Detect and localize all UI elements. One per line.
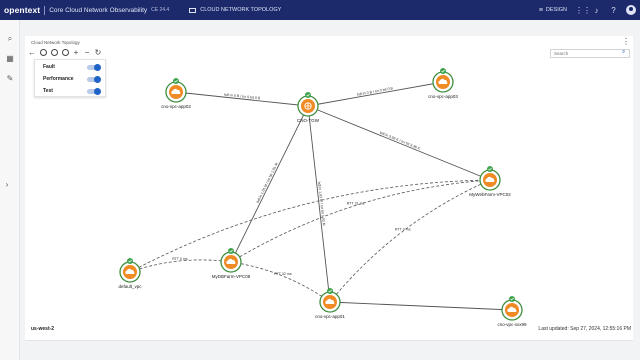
node-label: cno-vpc-app02 — [161, 104, 191, 109]
last-updated: Last updated: Sep 27, 2024, 12:55:16 PM — [538, 326, 631, 332]
status-ok-icon — [228, 248, 234, 254]
node-mywebfarm[interactable]: MyWebFarm-VPC02 — [469, 166, 511, 197]
status-ok-icon — [509, 296, 515, 302]
node-label: MyWebFarm-VPC02 — [469, 192, 511, 197]
status-ok-icon — [173, 78, 179, 84]
edge-dashed-6 — [129, 259, 232, 273]
status-ok-icon — [305, 92, 311, 98]
edges-layer: bdl:in 0 B / txr 0 bit 0 Bbdl:in 0 B / t… — [129, 81, 513, 311]
node-label: CNO-TGW — [297, 118, 320, 123]
status-ok-icon — [327, 288, 333, 294]
node-cno-vpc-app01[interactable]: cno-vpc-app01 — [315, 288, 345, 319]
edge-dashed-8 — [230, 261, 331, 303]
node-mydbfarm[interactable]: MyDBFarm-VPC08 — [212, 248, 251, 279]
topology-graph: bdl:in 0 B / txr 0 bit 0 Bbdl:in 0 B / t… — [118, 68, 527, 327]
edge-label: bdl:in 1.03 M / txr bit 1.03 M — [317, 181, 326, 226]
status-ok-icon — [487, 166, 493, 172]
node-label: cno-vpc-app03 — [428, 94, 458, 99]
edge-label: bdl:in 3.56 K / txr bit 3.36 K — [379, 131, 421, 151]
node-label: MyDBFarm-VPC08 — [212, 274, 251, 279]
edge-label: RTT 31 ms — [347, 201, 365, 205]
edge-solid-2 — [307, 105, 491, 181]
node-label: default_vpc — [118, 284, 142, 289]
edge-dashed-9 — [329, 179, 491, 303]
edge-label: RTT 0 ms — [395, 227, 411, 231]
divider — [25, 340, 633, 341]
status-ok-icon — [127, 258, 133, 264]
node-cno-vpc-xxx[interactable]: cno-vpc-xxx99 — [497, 296, 527, 327]
edge-dashed-5 — [230, 179, 491, 263]
node-label: cno-vpc-xxx99 — [497, 322, 527, 327]
edge-solid-1 — [307, 81, 444, 107]
status-ok-icon — [440, 68, 446, 74]
node-cno-tgw[interactable]: CNO-TGW — [297, 92, 320, 123]
edge-solid-4 — [307, 105, 331, 303]
edge-label: RTT 32 ms — [274, 272, 292, 276]
node-label: cno-vpc-app01 — [315, 314, 345, 319]
region-label: us-west-2 — [31, 326, 55, 332]
node-default-vpc[interactable]: default_vpc — [118, 258, 142, 289]
edge-solid-10 — [329, 301, 513, 311]
edge-label: RTT 0 ms — [172, 257, 188, 261]
node-cno-vpc-app03[interactable]: cno-vpc-app03 — [428, 68, 458, 99]
edge-solid-3 — [230, 105, 309, 263]
edge-label: bdl:in 1.01 M / txr bit 1.01 M — [256, 162, 279, 204]
